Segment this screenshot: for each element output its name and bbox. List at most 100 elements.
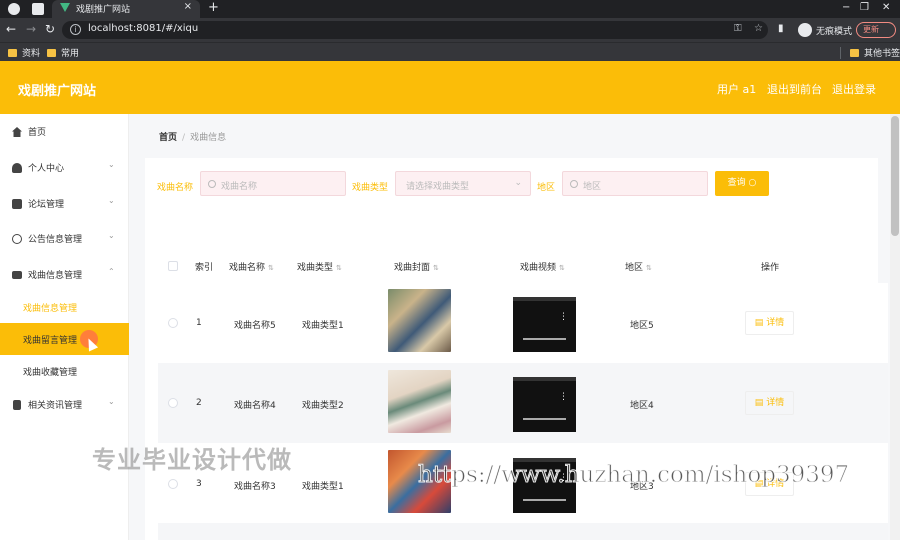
bookmark-star-icon[interactable]: ☆ [754,23,763,34]
sort-icon[interactable]: ⇅ [646,264,652,272]
opera-video-player[interactable]: ⋮ [513,297,576,352]
sort-icon[interactable]: ⇅ [336,264,342,272]
opera-type-select[interactable]: 请选择戏曲类型 ⌄ [395,171,531,196]
bookmark-folder-changyong[interactable]: 常用 [47,46,79,59]
search-icon [208,180,216,188]
opera-name-input[interactable]: 戏曲名称 [200,171,346,196]
video-topbar [513,377,576,381]
video-progress-bar[interactable] [523,338,566,340]
row-checkbox[interactable] [168,479,178,489]
query-button[interactable]: 查询 ○ [715,171,769,196]
user-icon [12,163,22,173]
sidebar-item-opera-info[interactable]: 戏曲信息管理 ⌃ [0,260,129,290]
new-tab-button[interactable]: + [208,0,219,15]
select-all-checkbox[interactable] [168,261,178,271]
sidebar-item-label: 相关资讯管理 [28,401,83,411]
sidebar-item-news[interactable]: 相关资讯管理 ⌄ [0,390,129,420]
submenu-opera-info[interactable]: 戏曲信息管理 [0,291,129,323]
bookmark-folder-ziliao[interactable]: 资料 [8,46,40,59]
incognito-icon[interactable] [798,23,812,37]
opera-video-player[interactable]: ⋮ [513,377,576,432]
sidebar-item-notice[interactable]: 公告信息管理 ⌄ [0,224,129,254]
detail-button[interactable]: ▤ 详情 [745,391,794,415]
sidebar-item-label: 论坛管理 [28,200,65,210]
chevron-down-icon: ⌄ [108,160,115,169]
url-text: localhost:8081/#/xiqu [88,23,199,34]
col-index: 索引 [195,263,214,273]
app-header: 戏剧推广网站 用户 a1 退出到前台 退出登录 [0,61,900,114]
sidebar-item-forum[interactable]: 论坛管理 ⌄ [0,189,129,219]
sort-icon[interactable]: ⇅ [433,264,439,272]
detail-label: 详情 [766,318,785,328]
query-label: 查询 [727,178,746,188]
video-topbar [513,297,576,301]
area-input[interactable]: 地区 [562,171,708,196]
bookmark-label: 资料 [22,49,41,59]
sidebar-item-home[interactable]: 首页 [0,117,129,147]
tab-close-icon[interactable]: × [184,1,192,12]
row-name: 戏曲名称4 [234,401,276,411]
col-cover[interactable]: 戏曲封面 ⇅ [394,260,439,273]
col-area[interactable]: 地区 ⇅ [625,260,652,273]
sort-icon[interactable]: ⇅ [268,264,274,272]
sort-icon[interactable]: ⇅ [559,264,565,272]
col-video[interactable]: 戏曲视频 ⇅ [520,260,565,273]
sidebar-item-label: 公告信息管理 [28,235,83,245]
col-label: 戏曲名称 [229,263,266,273]
restore-button[interactable]: ❐ [860,2,869,13]
folder-icon [850,49,859,57]
sidebar-item-label: 个人中心 [28,164,65,174]
col-name[interactable]: 戏曲名称 ⇅ [229,260,274,273]
tab-search-icon[interactable] [32,3,44,15]
submenu-label: 戏曲留言管理 [23,336,78,346]
reload-icon[interactable]: ↻ [45,22,55,36]
row-type: 戏曲类型1 [302,321,344,331]
bookmark-label: 常用 [61,49,80,59]
document-icon: ▤ [754,398,764,408]
minimize-button[interactable]: − [842,2,850,13]
breadcrumb-home[interactable]: 首页 [159,133,177,143]
more-options-icon[interactable]: ⋮ [559,313,568,322]
browser-tab[interactable]: 戏剧推广网站 × [52,0,200,18]
row-index: 3 [196,479,202,489]
sidebar: 首页 个人中心 ⌄ 论坛管理 ⌄ 公告信息管理 ⌄ 戏曲信息管理 ⌃ 戏曲信息管… [0,114,129,540]
sidebar-item-personal[interactable]: 个人中心 ⌄ [0,153,129,183]
video-progress-bar[interactable] [523,499,566,501]
opera-cover-image [388,289,451,352]
row-type: 戏曲类型1 [302,482,344,492]
clock-icon [12,234,22,244]
row-name: 戏曲名称3 [234,482,276,492]
row-type: 戏曲类型2 [302,401,344,411]
tab-title: 戏剧推广网站 [76,5,131,15]
submenu-opera-favorites[interactable]: 戏曲收藏管理 [0,355,129,387]
scrollbar-thumb[interactable] [891,116,899,236]
update-button[interactable]: 更新 [856,22,896,38]
close-window-button[interactable]: ✕ [882,2,890,13]
col-type[interactable]: 戏曲类型 ⇅ [297,260,342,273]
key-icon[interactable]: ⚿ [734,23,742,34]
address-bar[interactable]: i localhost:8081/#/xiqu ⚿ ☆ [62,21,768,39]
col-label: 戏曲视频 [520,263,557,273]
more-options-icon[interactable]: ⋮ [559,393,568,402]
logout-link[interactable]: 退出登录 [832,81,876,97]
exit-to-frontend-link[interactable]: 退出到前台 [767,81,822,97]
detail-button[interactable]: ▤ 详情 [745,311,794,335]
back-arrow-icon[interactable]: ← [6,22,16,36]
filter-area-label: 地区 [537,183,556,193]
folder-icon [47,49,56,57]
site-info-icon[interactable]: i [70,24,81,35]
video-progress-bar[interactable] [523,418,566,420]
row-checkbox[interactable] [168,318,178,328]
input-placeholder: 地区 [583,182,602,192]
forward-arrow-icon[interactable]: → [26,22,36,36]
search-icon [570,180,578,188]
row-checkbox[interactable] [168,398,178,408]
watermark-text: 专业毕业设计代做 [92,446,292,474]
browser-menu-icon[interactable] [8,3,20,15]
bookmark-label: 其他书签 [864,49,900,59]
sidepanel-icon[interactable]: ▮ [778,22,784,36]
submenu-opera-messages[interactable]: 戏曲留言管理 [0,323,129,355]
other-bookmarks[interactable]: 其他书签 [850,46,900,59]
chevron-down-icon: ⌄ [514,178,522,188]
page-scrollbar[interactable] [890,114,900,540]
